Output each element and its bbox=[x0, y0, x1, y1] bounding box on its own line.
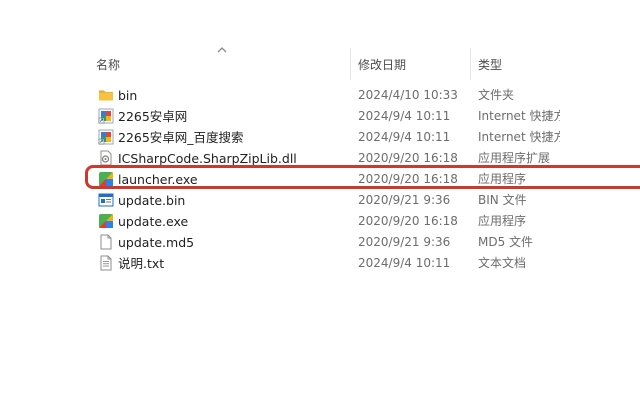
file-name: launcher.exe bbox=[118, 172, 198, 187]
file-type: 应用程序扩展 bbox=[478, 151, 551, 165]
file-name: update.exe bbox=[118, 214, 189, 229]
file-type: Internet 快捷方式 bbox=[478, 130, 560, 144]
file-type: MD5 文件 bbox=[478, 235, 534, 249]
bin-file-icon bbox=[98, 192, 114, 208]
file-row-readme-txt[interactable]: 说明.txt 2024/9/4 10:11 文本文档 bbox=[92, 253, 560, 274]
file-row-bin[interactable]: bin 2024/4/10 10:33 文件夹 bbox=[92, 85, 560, 106]
file-type: 文件夹 bbox=[478, 88, 515, 102]
file-row-launcher-exe[interactable]: launcher.exe 2020/9/20 16:18 应用程序 bbox=[92, 169, 560, 190]
column-header-name[interactable]: 名称 bbox=[96, 52, 346, 78]
dll-icon bbox=[98, 150, 114, 166]
file-type: 应用程序 bbox=[478, 214, 527, 228]
file-date: 2024/9/4 10:11 bbox=[358, 130, 451, 144]
file-date: 2020/9/21 9:36 bbox=[358, 235, 451, 249]
file-type: BIN 文件 bbox=[478, 193, 527, 207]
file-row-2265-shortcut[interactable]: 2265安卓网 2024/9/4 10:11 Internet 快捷方式 bbox=[92, 106, 560, 127]
file-date: 2024/9/4 10:11 bbox=[358, 109, 451, 123]
file-type: 文本文档 bbox=[478, 256, 527, 270]
file-name: 说明.txt bbox=[118, 256, 165, 271]
folder-icon bbox=[98, 87, 114, 103]
file-date: 2020/9/20 16:18 bbox=[358, 172, 458, 186]
file-date: 2020/9/21 9:36 bbox=[358, 193, 451, 207]
file-row-2265-baidu-shortcut[interactable]: 2265安卓网_百度搜索 2024/9/4 10:11 Internet 快捷方… bbox=[92, 127, 560, 148]
file-type: Internet 快捷方式 bbox=[478, 109, 560, 123]
file-date: 2024/4/10 10:33 bbox=[358, 88, 458, 102]
file-row-sharpziplib-dll[interactable]: ICSharpCode.SharpZipLib.dll 2020/9/20 16… bbox=[92, 148, 560, 169]
file-row-update-md5[interactable]: update.md5 2020/9/21 9:36 MD5 文件 bbox=[92, 232, 560, 253]
exe-app-icon bbox=[98, 171, 114, 187]
column-header-bar: 名称 修改日期 类型 bbox=[0, 48, 640, 80]
file-type: 应用程序 bbox=[478, 172, 527, 186]
file-name: update.bin bbox=[118, 193, 186, 208]
file-date: 2020/9/20 16:18 bbox=[358, 151, 458, 165]
text-file-icon bbox=[98, 255, 114, 271]
file-row-update-bin[interactable]: update.bin 2020/9/21 9:36 BIN 文件 bbox=[92, 190, 560, 211]
file-name: bin bbox=[118, 88, 138, 103]
internet-shortcut-icon bbox=[98, 129, 114, 145]
file-explorer-list: 名称 修改日期 类型 bin 2024/4/10 10:33 文件夹 2265安… bbox=[0, 0, 640, 400]
file-row-update-exe[interactable]: update.exe 2020/9/20 16:18 应用程序 bbox=[92, 211, 560, 232]
file-name: ICSharpCode.SharpZipLib.dll bbox=[118, 151, 297, 166]
file-name: 2265安卓网_百度搜索 bbox=[118, 130, 244, 145]
column-header-type[interactable]: 类型 bbox=[478, 52, 568, 78]
file-date: 2024/9/4 10:11 bbox=[358, 256, 451, 270]
file-name: 2265安卓网 bbox=[118, 109, 188, 124]
column-resize-handle[interactable] bbox=[470, 48, 471, 80]
exe-app-icon bbox=[98, 213, 114, 229]
column-header-date-modified[interactable]: 修改日期 bbox=[358, 52, 468, 78]
file-date: 2020/9/20 16:18 bbox=[358, 214, 458, 228]
file-name: update.md5 bbox=[118, 235, 195, 250]
column-resize-handle[interactable] bbox=[350, 48, 351, 80]
internet-shortcut-icon bbox=[98, 108, 114, 124]
blank-file-icon bbox=[98, 234, 114, 250]
